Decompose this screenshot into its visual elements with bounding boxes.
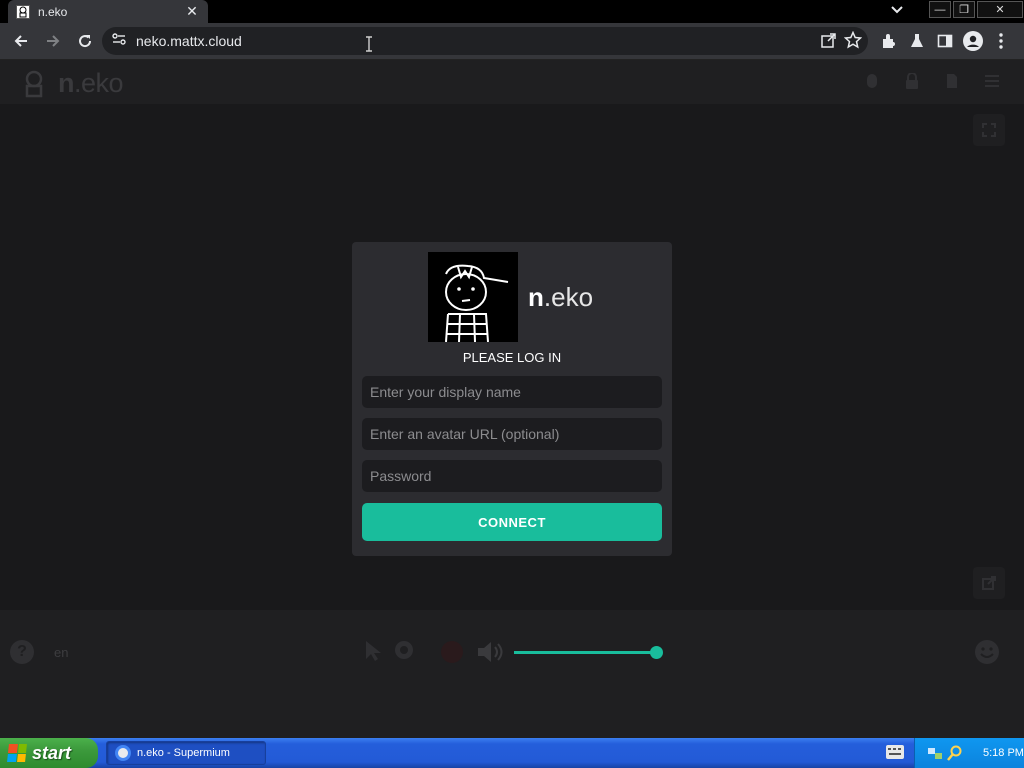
connect-button[interactable]: CONNECT <box>362 503 662 541</box>
browser-menu-icon[interactable] <box>988 27 1014 55</box>
pointer-icon[interactable] <box>364 640 382 662</box>
app-logo-rest: .eko <box>74 68 124 98</box>
supermium-browser-icon <box>115 745 131 761</box>
volume-icon[interactable] <box>476 640 506 664</box>
language-selector[interactable]: en <box>54 645 68 660</box>
file-icon[interactable] <box>944 72 960 90</box>
playback-icon[interactable] <box>440 640 464 664</box>
password-input[interactable] <box>362 460 662 492</box>
site-info-icon[interactable] <box>112 32 126 50</box>
browser-tab[interactable]: n.eko ✕ <box>8 0 208 23</box>
side-panel-icon[interactable] <box>932 27 958 55</box>
windows-taskbar: start n.eko - Supermium 5:18 PM <box>0 738 1024 768</box>
login-logo-rest: .eko <box>543 281 594 312</box>
app-logo-bold: n <box>58 68 75 98</box>
app-logo: n.eko <box>22 68 124 99</box>
login-logo-bold: n <box>528 281 544 312</box>
tab-close-icon[interactable]: ✕ <box>184 3 200 20</box>
external-link-icon <box>982 576 996 590</box>
extensions-icon[interactable] <box>876 27 902 55</box>
keyboard-toggle-icon[interactable] <box>394 640 414 660</box>
mouse-icon[interactable] <box>864 72 880 90</box>
avatar-url-input[interactable] <box>362 418 662 450</box>
fullscreen-icon <box>982 123 996 137</box>
popout-button[interactable] <box>973 567 1005 599</box>
minimize-button[interactable]: — <box>929 1 951 18</box>
back-button[interactable] <box>7 27 35 55</box>
profile-avatar-icon[interactable] <box>960 27 986 55</box>
controls-bar <box>0 610 1024 738</box>
window-controls: — ❐ ✕ <box>928 0 1024 20</box>
address-bar[interactable]: neko.mattx.cloud <box>102 27 868 55</box>
taskbar-item-label: n.eko - Supermium <box>137 747 230 759</box>
clock: 5:18 PM <box>983 747 1024 759</box>
volume-slider-track[interactable] <box>514 651 656 654</box>
restore-button[interactable]: ❐ <box>953 1 975 18</box>
windows-logo-icon <box>7 744 27 762</box>
start-button[interactable]: start <box>0 738 98 768</box>
browser-tab-strip: n.eko ✕ — ❐ ✕ <box>0 0 1024 23</box>
lock-icon[interactable] <box>904 72 920 90</box>
tab-title: n.eko <box>38 4 68 19</box>
text-cursor-icon <box>365 36 373 57</box>
neko-favicon-icon <box>16 4 30 19</box>
neko-mascot-image <box>428 252 518 343</box>
start-label: start <box>32 742 72 763</box>
app-header: n.eko <box>0 60 1024 104</box>
network-icon[interactable] <box>927 745 943 761</box>
login-heading: PLEASE LOG IN <box>462 350 562 365</box>
login-card: n.eko PLEASE LOG IN CONNECT <box>352 242 672 556</box>
hamburger-menu-icon[interactable] <box>984 72 1000 90</box>
share-icon[interactable] <box>820 31 838 54</box>
emoji-icon[interactable] <box>974 639 1000 665</box>
labs-flask-icon[interactable] <box>904 27 930 55</box>
volume-slider-handle[interactable] <box>650 646 663 659</box>
tab-search-chevron-icon[interactable] <box>888 3 906 17</box>
forward-button[interactable] <box>39 27 67 55</box>
fullscreen-button[interactable] <box>973 114 1005 146</box>
login-logo: n.eko <box>428 252 594 343</box>
browser-toolbar: neko.mattx.cloud <box>0 23 1024 60</box>
taskbar-item-supermium[interactable]: n.eko - Supermium <box>106 741 266 765</box>
keyboard-language-icon[interactable] <box>886 745 904 759</box>
system-tray: 5:18 PM <box>914 738 1024 768</box>
neko-page: n.eko n.eko PLEASE LOG IN Enter your dis… <box>0 60 1024 738</box>
display-name-input[interactable] <box>362 376 662 408</box>
url-text: neko.mattx.cloud <box>136 33 242 49</box>
bookmark-star-icon[interactable] <box>843 30 863 54</box>
reload-button[interactable] <box>71 27 99 55</box>
neko-mascot-icon <box>25 70 43 97</box>
help-button[interactable]: ? <box>10 640 34 664</box>
close-window-button[interactable]: ✕ <box>977 1 1023 18</box>
search-tray-icon[interactable] <box>947 745 963 761</box>
